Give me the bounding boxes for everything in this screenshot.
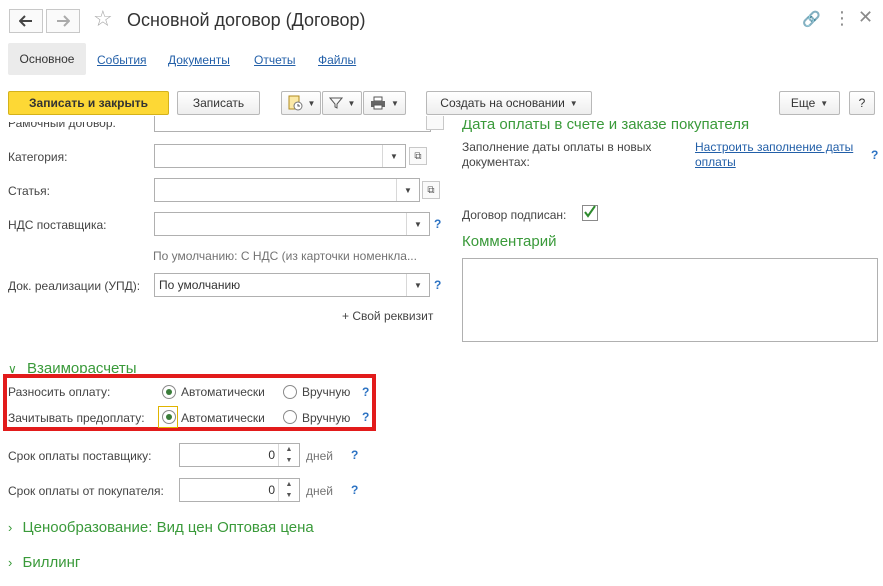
tab-events[interactable]: События	[97, 53, 147, 67]
chevron-down-icon[interactable]: ▼	[396, 179, 419, 201]
forward-button[interactable]	[46, 9, 80, 33]
check-icon	[584, 205, 596, 218]
contract-signed-checkbox[interactable]	[582, 205, 598, 221]
buyer-term-label: Срок оплаты от покупателя:	[8, 484, 164, 498]
back-button[interactable]	[9, 9, 43, 33]
help-icon[interactable]: ?	[434, 217, 441, 231]
help-icon[interactable]: ?	[871, 148, 878, 162]
help-icon[interactable]: ?	[362, 410, 369, 424]
offset-prepayment-manual-label: Вручную	[302, 411, 351, 425]
spinner-buttons[interactable]: ▲ ▼	[278, 444, 299, 466]
more-vertical-icon[interactable]: ⋮	[833, 8, 851, 29]
save-and-close-button[interactable]: Записать и закрыть	[8, 91, 169, 115]
create-based-on-label: Создать на основании	[440, 96, 565, 110]
billing-section-header[interactable]: › Биллинг	[8, 554, 80, 571]
open-article-button[interactable]: ⧉	[422, 181, 440, 199]
article-label: Статья:	[8, 184, 51, 198]
billing-section-title: Биллинг	[22, 554, 81, 571]
comment-title: Комментарий	[462, 233, 557, 250]
supplier-term-value: 0	[268, 448, 275, 462]
buyer-term-field[interactable]: 0 ▲ ▼	[179, 478, 300, 502]
document-add-icon	[288, 95, 303, 111]
chevron-right-icon: ›	[8, 520, 13, 535]
tab-documents[interactable]: Документы	[168, 53, 230, 67]
offset-prepayment-auto-label: Автоматически	[181, 411, 265, 425]
distribute-payment-label: Разносить оплату:	[8, 385, 111, 399]
filter-icon	[328, 97, 343, 109]
spinner-down-icon[interactable]: ▼	[286, 457, 293, 464]
supplier-term-field[interactable]: 0 ▲ ▼	[179, 443, 300, 467]
category-field[interactable]: ▼	[154, 144, 406, 168]
vat-supplier-field[interactable]: ▼	[154, 212, 430, 236]
tab-reports[interactable]: Отчеты	[254, 53, 295, 67]
more-button[interactable]: Еще ▼	[779, 91, 840, 115]
comment-textarea[interactable]	[462, 258, 878, 342]
open-icon[interactable]	[426, 116, 444, 130]
distribute-payment-manual-radio[interactable]	[283, 385, 297, 399]
spinner-up-icon[interactable]: ▲	[286, 481, 293, 488]
page-title: Основной договор (Договор)	[127, 10, 366, 30]
offset-prepayment-auto-radio[interactable]	[162, 410, 176, 424]
distribute-payment-auto-radio[interactable]	[162, 385, 176, 399]
arrow-left-icon	[19, 15, 32, 27]
help-icon[interactable]: ?	[351, 483, 358, 497]
chevron-right-icon: ›	[8, 555, 13, 570]
create-based-on-button[interactable]: Создать на основании ▼	[426, 91, 592, 115]
printer-icon	[371, 96, 386, 110]
supplier-term-label: Срок оплаты поставщику:	[8, 449, 152, 463]
help-button[interactable]: ?	[849, 91, 875, 115]
tab-main[interactable]: Основное	[8, 43, 86, 75]
buyer-term-days: дней	[306, 484, 334, 498]
spinner-up-icon[interactable]: ▲	[286, 446, 293, 453]
chevron-down-icon[interactable]: ▼	[382, 145, 405, 167]
vat-supplier-label: НДС поставщика:	[8, 218, 107, 232]
save-button[interactable]: Записать	[177, 91, 260, 115]
doc-realization-value: По умолчанию	[159, 278, 241, 292]
filter-button[interactable]: ▼	[322, 91, 362, 115]
tab-main-label: Основное	[19, 52, 75, 66]
doc-realization-label: Док. реализации (УПД):	[8, 279, 141, 293]
arrow-right-icon	[57, 15, 70, 27]
supplier-term-days: дней	[306, 449, 334, 463]
favorite-star-icon[interactable]: ☆	[93, 6, 113, 32]
close-icon[interactable]: ✕	[858, 7, 873, 28]
doc-realization-field[interactable]: По умолчанию ▼	[154, 273, 430, 297]
offset-prepayment-label: Зачитывать предоплату:	[8, 411, 145, 425]
chevron-down-icon: ▼	[569, 98, 578, 108]
pricing-section-header[interactable]: › Ценообразование: Вид цен Оптовая цена	[8, 519, 314, 536]
create-document-button[interactable]: ▼	[281, 91, 321, 115]
frame-contract-label: Рамочный договор:	[8, 116, 116, 130]
buyer-term-value: 0	[268, 483, 275, 497]
pricing-section-title: Ценообразование: Вид цен Оптовая цена	[22, 519, 314, 536]
print-button[interactable]: ▼	[363, 91, 406, 115]
frame-contract-field[interactable]	[154, 116, 431, 132]
payment-date-fill-label: Заполнение даты оплаты в новых документа…	[462, 140, 652, 169]
more-label: Еще	[790, 96, 816, 110]
offset-prepayment-manual-radio[interactable]	[283, 410, 297, 424]
link-icon[interactable]: 🔗	[802, 10, 821, 28]
help-icon[interactable]: ?	[434, 278, 441, 292]
chevron-down-icon[interactable]: ▼	[406, 274, 429, 296]
chevron-down-icon: ▼	[820, 98, 829, 108]
contract-signed-label: Договор подписан:	[462, 208, 567, 222]
help-icon[interactable]: ?	[351, 448, 358, 462]
help-icon[interactable]: ?	[362, 385, 369, 399]
distribute-payment-manual-label: Вручную	[302, 385, 351, 399]
category-label: Категория:	[8, 150, 68, 164]
article-field[interactable]: ▼	[154, 178, 420, 202]
spinner-buttons[interactable]: ▲ ▼	[278, 479, 299, 501]
payment-date-section-title: Дата оплаты в счете и заказе покупателя	[462, 116, 750, 133]
open-category-button[interactable]: ⧉	[409, 147, 427, 165]
tab-files[interactable]: Файлы	[318, 53, 356, 67]
configure-payment-date-link[interactable]: Настроить заполнение даты оплаты	[695, 140, 867, 170]
vat-default-hint: По умолчанию: С НДС (из карточки номенкл…	[153, 249, 417, 263]
spinner-down-icon[interactable]: ▼	[286, 492, 293, 499]
add-own-property-link[interactable]: + Свой реквизит	[342, 309, 433, 323]
chevron-down-icon[interactable]: ▼	[406, 213, 429, 235]
distribute-payment-auto-label: Автоматически	[181, 385, 265, 399]
